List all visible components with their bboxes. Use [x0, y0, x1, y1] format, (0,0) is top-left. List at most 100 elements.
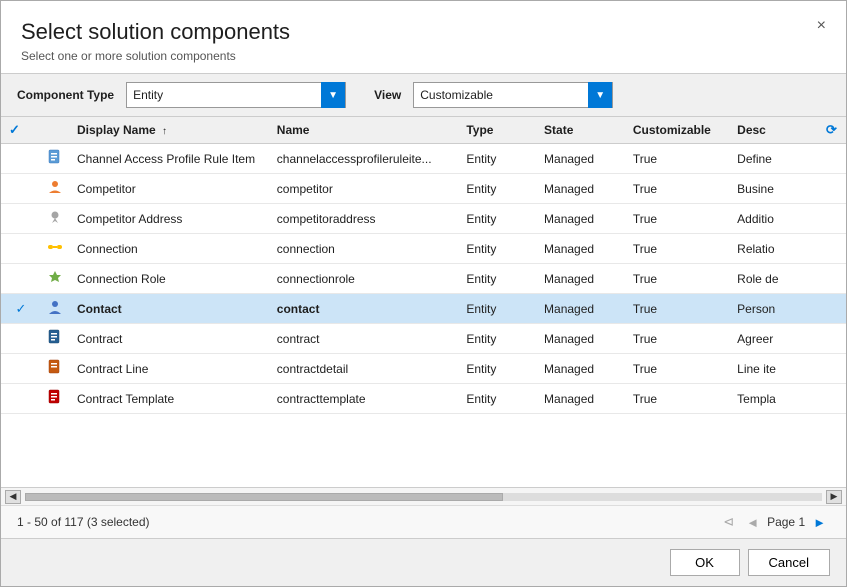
row-desc: Define: [729, 144, 818, 174]
table-row[interactable]: Competitor AddresscompetitoraddressEntit…: [1, 204, 846, 234]
col-header-state[interactable]: State: [536, 117, 625, 144]
row-state: Managed: [536, 354, 625, 384]
row-displayname: Connection: [69, 234, 269, 264]
table-row[interactable]: ✓ContactcontactEntityManagedTruePerson: [1, 294, 846, 324]
first-page-btn[interactable]: ⊲: [719, 512, 738, 532]
view-select[interactable]: Customizable ▼: [413, 82, 613, 108]
view-label: View: [374, 88, 401, 102]
col-header-type[interactable]: Type: [458, 117, 536, 144]
row-name: contracttemplate: [269, 384, 459, 414]
row-name: contract: [269, 324, 459, 354]
row-state: Managed: [536, 264, 625, 294]
component-type-select[interactable]: Entity ▼: [126, 82, 346, 108]
row-icon-cell: [41, 264, 69, 294]
component-type-value: Entity: [127, 88, 321, 102]
row-type: Entity: [458, 294, 536, 324]
row-type: Entity: [458, 264, 536, 294]
record-count-info: 1 - 50 of 117 (3 selected): [17, 515, 150, 529]
row-desc: Person: [729, 294, 818, 324]
table-header-row: ✓ Display Name ↑ Name Type State Customi…: [1, 117, 846, 144]
row-displayname: Contract Line: [69, 354, 269, 384]
table-row[interactable]: Contract LinecontractdetailEntityManaged…: [1, 354, 846, 384]
row-refresh-cell: [818, 294, 846, 324]
row-check-cell[interactable]: [1, 384, 41, 414]
row-state: Managed: [536, 234, 625, 264]
prev-page-btn[interactable]: ◄: [742, 513, 763, 532]
row-customizable: True: [625, 204, 729, 234]
row-name: channelaccessprofileruleite...: [269, 144, 459, 174]
row-type: Entity: [458, 234, 536, 264]
row-icon-cell: [41, 204, 69, 234]
row-icon-cell: [41, 174, 69, 204]
col-header-name[interactable]: Name: [269, 117, 459, 144]
table-row[interactable]: ConnectionconnectionEntityManagedTrueRel…: [1, 234, 846, 264]
view-dropdown-arrow[interactable]: ▼: [588, 82, 612, 108]
row-name: contractdetail: [269, 354, 459, 384]
col-header-check: ✓: [1, 117, 41, 144]
dialog-header: Select solution components Select one or…: [1, 1, 846, 73]
table-row[interactable]: Contract TemplatecontracttemplateEntityM…: [1, 384, 846, 414]
row-check-cell[interactable]: [1, 204, 41, 234]
row-displayname: Contract Template: [69, 384, 269, 414]
view-value: Customizable: [414, 88, 588, 102]
row-check-cell[interactable]: [1, 324, 41, 354]
row-name: contact: [269, 294, 459, 324]
filter-bar: Component Type Entity ▼ View Customizabl…: [1, 73, 846, 117]
row-customizable: True: [625, 354, 729, 384]
scroll-right-btn[interactable]: ▶: [826, 490, 842, 504]
col-header-refresh[interactable]: ⟳: [818, 117, 846, 144]
table-row[interactable]: CompetitorcompetitorEntityManagedTrueBus…: [1, 174, 846, 204]
row-displayname: Channel Access Profile Rule Item: [69, 144, 269, 174]
scroll-track[interactable]: [25, 493, 822, 501]
table-scroll[interactable]: ✓ Display Name ↑ Name Type State Customi…: [1, 117, 846, 487]
row-check-cell[interactable]: [1, 144, 41, 174]
row-refresh-cell: [818, 174, 846, 204]
row-displayname: Connection Role: [69, 264, 269, 294]
row-refresh-cell: [818, 204, 846, 234]
component-type-dropdown-arrow[interactable]: ▼: [321, 82, 345, 108]
row-desc: Line ite: [729, 354, 818, 384]
ok-button[interactable]: OK: [670, 549, 740, 576]
row-check-cell[interactable]: [1, 174, 41, 204]
table-row[interactable]: Connection RoleconnectionroleEntityManag…: [1, 264, 846, 294]
cancel-button[interactable]: Cancel: [748, 549, 830, 576]
sort-arrow-displayname: ↑: [162, 126, 167, 137]
row-check-cell[interactable]: ✓: [1, 294, 41, 324]
row-icon-cell: [41, 234, 69, 264]
row-state: Managed: [536, 174, 625, 204]
col-header-displayname[interactable]: Display Name ↑: [69, 117, 269, 144]
row-displayname: Competitor: [69, 174, 269, 204]
component-type-label: Component Type: [17, 88, 114, 102]
row-icon-cell: [41, 384, 69, 414]
row-check-cell[interactable]: [1, 354, 41, 384]
row-customizable: True: [625, 264, 729, 294]
horizontal-scrollbar[interactable]: ◀ ▶: [1, 487, 846, 505]
page-label: Page 1: [767, 515, 805, 529]
row-state: Managed: [536, 324, 625, 354]
row-customizable: True: [625, 174, 729, 204]
row-name: connectionrole: [269, 264, 459, 294]
row-refresh-cell: [818, 354, 846, 384]
dialog: Select solution components Select one or…: [0, 0, 847, 587]
row-name: competitor: [269, 174, 459, 204]
table-row[interactable]: ContractcontractEntityManagedTrueAgreer: [1, 324, 846, 354]
close-button[interactable]: ×: [811, 15, 832, 37]
row-check-cell[interactable]: [1, 264, 41, 294]
row-displayname: Contact: [69, 294, 269, 324]
row-type: Entity: [458, 144, 536, 174]
row-customizable: True: [625, 294, 729, 324]
row-type: Entity: [458, 204, 536, 234]
pagination: ⊲ ◄ Page 1 ►: [719, 512, 830, 532]
row-desc: Busine: [729, 174, 818, 204]
scroll-left-btn[interactable]: ◀: [5, 490, 21, 504]
row-refresh-cell: [818, 264, 846, 294]
row-type: Entity: [458, 324, 536, 354]
row-state: Managed: [536, 144, 625, 174]
row-refresh-cell: [818, 324, 846, 354]
table-row[interactable]: Channel Access Profile Rule Itemchannela…: [1, 144, 846, 174]
row-check-cell[interactable]: [1, 234, 41, 264]
row-type: Entity: [458, 354, 536, 384]
next-page-btn[interactable]: ►: [809, 513, 830, 532]
col-header-desc[interactable]: Desc: [729, 117, 818, 144]
col-header-customizable[interactable]: Customizable: [625, 117, 729, 144]
